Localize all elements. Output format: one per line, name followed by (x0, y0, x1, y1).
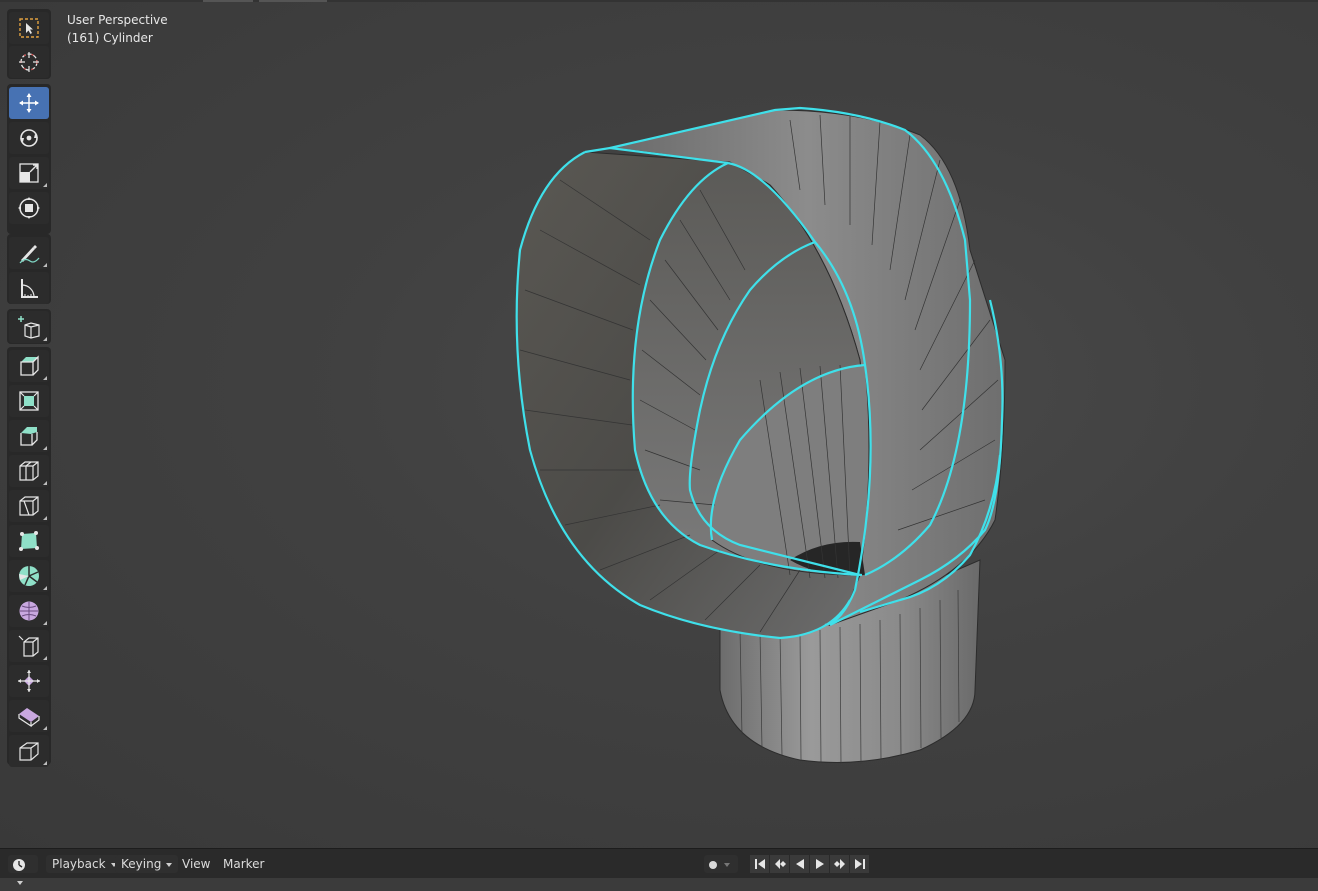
cursor-icon (19, 52, 39, 72)
submenu-indicator (43, 726, 47, 730)
viewport-overlay-text: User Perspective (161) Cylinder (67, 11, 168, 47)
measure-icon (21, 279, 38, 298)
tool-extrude-region[interactable] (9, 350, 49, 382)
rotate-icon (20, 129, 38, 147)
jump-start-button[interactable] (750, 855, 769, 873)
transform-icon (18, 197, 40, 219)
shrink-fatten-icon (18, 670, 40, 692)
record-toggle[interactable] (704, 855, 738, 873)
tool-smooth[interactable] (9, 595, 49, 627)
submenu-indicator (43, 481, 47, 485)
timeline-header: Playback Keying View Marker (0, 848, 1318, 885)
record-icon (709, 860, 717, 869)
playback-menu[interactable]: Playback (46, 855, 123, 873)
object-info: (161) Cylinder (67, 31, 153, 45)
submenu-indicator (43, 656, 47, 660)
submenu-indicator (43, 621, 47, 625)
spin-icon (19, 566, 39, 586)
move-icon (19, 93, 39, 113)
tool-knife[interactable] (9, 490, 49, 522)
jump-end-button[interactable] (850, 855, 869, 873)
tool-transform[interactable] (9, 192, 49, 224)
mesh-object[interactable] (0, 0, 1318, 848)
extrude-region-icon (20, 355, 39, 376)
play-reverse-button[interactable] (790, 855, 809, 873)
chevron-down-icon (724, 862, 730, 867)
tool-loop-cut[interactable] (9, 455, 49, 487)
tool-shrink-fatten[interactable] (9, 665, 49, 697)
tool-rip-region[interactable] (9, 735, 49, 767)
tool-bevel[interactable] (9, 420, 49, 452)
view-name: User Perspective (67, 13, 168, 27)
select-box-icon (19, 18, 39, 38)
annotate-icon (19, 245, 40, 264)
next-keyframe-button[interactable] (830, 855, 849, 873)
tool-measure[interactable] (9, 272, 49, 304)
tool-poly-build[interactable] (9, 525, 49, 557)
clock-icon (13, 858, 25, 871)
submenu-indicator (43, 183, 47, 187)
inset-faces-icon (19, 391, 39, 411)
jump-start-icon (754, 859, 765, 869)
rip-region-icon (19, 742, 39, 761)
jump-end-icon (854, 859, 865, 869)
tool-add-cube[interactable] (9, 311, 49, 343)
submenu-indicator (43, 446, 47, 450)
chevron-down-icon (166, 862, 173, 867)
tool-move[interactable] (9, 87, 49, 119)
bevel-icon (20, 427, 38, 446)
submenu-indicator (43, 516, 47, 520)
submenu-indicator (43, 586, 47, 590)
submenu-indicator (43, 337, 47, 341)
keying-menu-label: Keying (121, 857, 162, 871)
play-reverse-icon (795, 859, 804, 869)
smooth-icon (19, 601, 39, 621)
loop-cut-icon (19, 461, 39, 481)
shear-icon (18, 708, 40, 728)
chevron-down-icon (17, 880, 23, 885)
submenu-indicator (43, 761, 47, 765)
tool-rotate[interactable] (9, 122, 49, 154)
prev-keyframe-icon (774, 859, 786, 869)
3d-viewport[interactable]: User Perspective (161) Cylinder (0, 0, 1318, 848)
edge-slide-icon (18, 635, 39, 657)
tool-scale[interactable] (9, 157, 49, 189)
keying-menu[interactable]: Keying (115, 855, 179, 873)
playback-menu-label: Playback (52, 857, 106, 871)
tool-cursor[interactable] (9, 46, 49, 78)
tool-shear[interactable] (9, 700, 49, 732)
view-menu[interactable]: View (182, 855, 210, 873)
editor-type-button[interactable] (8, 855, 38, 885)
tool-inset-faces[interactable] (9, 385, 49, 417)
knife-icon (19, 496, 39, 516)
play-icon (815, 859, 824, 869)
add-cube-icon (18, 316, 40, 339)
prev-keyframe-button[interactable] (770, 855, 789, 873)
tool-edge-slide[interactable] (9, 630, 49, 662)
tool-annotate[interactable] (9, 237, 49, 269)
tool-select-box[interactable] (9, 12, 49, 44)
play-button[interactable] (810, 855, 829, 873)
submenu-indicator (43, 376, 47, 380)
poly-build-icon (19, 531, 39, 551)
scale-icon (19, 163, 39, 183)
submenu-indicator (43, 263, 47, 267)
tool-spin[interactable] (9, 560, 49, 592)
marker-menu[interactable]: Marker (223, 855, 264, 873)
next-keyframe-icon (833, 859, 845, 869)
